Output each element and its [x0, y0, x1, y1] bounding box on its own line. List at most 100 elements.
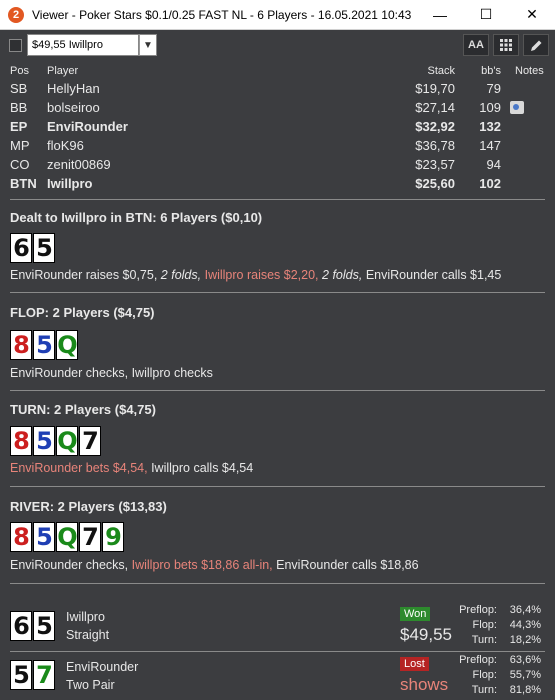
flop-actions: EnviRounder checks, Iwillpro checks	[10, 366, 213, 380]
turn-title: TURN: 2 Players ($4,75)	[10, 402, 156, 417]
player-bbs: 109	[479, 100, 501, 115]
player-row[interactable]: EP EnviRounder $32,92 132	[0, 118, 555, 137]
card: 6	[10, 611, 32, 641]
lost-badge: Lost	[400, 657, 429, 671]
card: 7	[33, 660, 55, 690]
player-row[interactable]: MP floK96 $36,78 147	[0, 137, 555, 156]
river-actions: EnviRounder checks, Iwillpro bets $18,86…	[10, 558, 419, 572]
action: Iwillpro calls $4,54	[151, 461, 254, 475]
equity-value: 36,4%	[509, 604, 541, 616]
card: 6	[10, 233, 32, 263]
board-cards: 8 5 Q 7 9	[10, 522, 124, 552]
action: EnviRounder bets $4,54,	[10, 461, 148, 475]
result-hand: Two Pair	[66, 678, 115, 692]
result-amount: $49,55	[400, 625, 452, 644]
action: 2 folds,	[322, 268, 363, 282]
card: 5	[33, 611, 55, 641]
card-style-button[interactable]: AA	[463, 34, 489, 56]
app-logo-icon: 2	[8, 6, 24, 23]
equity-value: 55,7%	[509, 669, 541, 681]
board-cards: 8 5 Q	[10, 330, 78, 360]
river-title: RIVER: 2 Players ($13,83)	[10, 499, 167, 514]
equity-label: Preflop:	[459, 604, 497, 616]
equity-value: 81,8%	[509, 684, 541, 696]
maximize-button[interactable]: ☐	[463, 0, 509, 30]
preflop-actions: EnviRounder raises $0,75, 2 folds, Iwill…	[10, 268, 501, 282]
action: 2 folds,	[160, 268, 202, 282]
action: EnviRounder calls $18,86	[276, 558, 419, 572]
player-bbs: 132	[479, 119, 501, 134]
card: 8	[10, 426, 32, 456]
action: Iwillpro bets $18,86 all-in,	[131, 558, 273, 572]
action: EnviRounder calls $1,45	[365, 268, 502, 282]
card: 8	[10, 522, 32, 552]
note-icon[interactable]	[510, 101, 524, 114]
header-bbs[interactable]: bb's	[481, 65, 501, 77]
header-player[interactable]: Player	[47, 65, 78, 77]
players-header: Pos Player Stack bb's Notes	[0, 62, 555, 81]
header-notes[interactable]: Notes	[515, 65, 544, 77]
card: 5	[33, 330, 55, 360]
action: EnviRounder raises $0,75,	[10, 268, 158, 282]
player-bbs: 147	[479, 138, 501, 153]
player-bbs: 94	[486, 157, 501, 172]
card: 5	[33, 426, 55, 456]
card: 7	[79, 522, 101, 552]
card: 8	[10, 330, 32, 360]
divider	[10, 486, 545, 487]
pencil-icon[interactable]	[523, 34, 549, 56]
player-name: floK96	[47, 138, 84, 153]
chevron-down-icon[interactable]: ▼	[139, 34, 157, 56]
player-stack: $32,92	[415, 119, 455, 134]
window-title: Viewer - Poker Stars $0.1/0.25 FAST NL -…	[32, 7, 412, 22]
player-row[interactable]: BTN Iwillpro $25,60 102	[0, 175, 555, 194]
card: 5	[33, 522, 55, 552]
result-player-name: Iwillpro	[66, 610, 105, 624]
player-bbs: 79	[486, 81, 501, 96]
header-pos[interactable]: Pos	[10, 65, 29, 77]
card: Q	[56, 522, 78, 552]
hand-select[interactable]: $49,55 Iwillpro	[27, 34, 139, 56]
equity-value: 44,3%	[509, 619, 541, 631]
player-name: Iwillpro	[47, 176, 93, 191]
equity-label: Flop:	[472, 619, 497, 631]
shown-cards: 6 5	[10, 611, 55, 641]
equity-label: Flop:	[472, 669, 497, 681]
player-name: bolseiroo	[47, 100, 100, 115]
action: EnviRounder checks,	[10, 558, 129, 572]
player-name: HellyHan	[47, 81, 100, 96]
player-stack: $19,70	[415, 81, 455, 96]
grid-icon[interactable]	[493, 34, 519, 56]
divider	[10, 390, 545, 391]
action: EnviRounder checks, Iwillpro checks	[10, 366, 213, 380]
select-checkbox[interactable]	[9, 38, 22, 52]
board-cards: 8 5 Q 7	[10, 426, 101, 456]
equity-value: 63,6%	[509, 654, 541, 666]
player-stack: $27,14	[415, 100, 455, 115]
player-row[interactable]: CO zenit00869 $23,57 94	[0, 156, 555, 175]
title-bar: 2 Viewer - Poker Stars $0.1/0.25 FAST NL…	[0, 0, 555, 30]
equity-label: Turn:	[471, 684, 497, 696]
players-table: Pos Player Stack bb's Notes SB HellyHan …	[0, 62, 555, 198]
player-stack: $36,78	[415, 138, 455, 153]
player-pos: SB	[10, 81, 28, 96]
equity-label: Preflop:	[459, 654, 497, 666]
player-pos: BTN	[10, 176, 37, 191]
equity-label: Turn:	[471, 634, 497, 646]
preflop-title: Dealt to Iwillpro in BTN: 6 Players ($0,…	[10, 210, 263, 225]
toolbar: $49,55 Iwillpro ▼ AA	[0, 30, 555, 60]
won-badge: Won	[400, 607, 431, 621]
player-pos: CO	[10, 157, 30, 172]
divider	[10, 583, 545, 584]
minimize-button[interactable]: —	[417, 0, 463, 30]
player-row[interactable]: BB bolseiroo $27,14 109	[0, 99, 555, 118]
player-stack: $25,60	[415, 176, 455, 191]
player-pos: EP	[10, 119, 28, 134]
player-name: EnviRounder	[47, 119, 128, 134]
shown-cards: 5 7	[10, 660, 55, 690]
card: 5	[33, 233, 55, 263]
player-row[interactable]: SB HellyHan $19,70 79	[0, 80, 555, 99]
close-button[interactable]: ✕	[509, 0, 555, 30]
header-stack[interactable]: Stack	[427, 65, 455, 77]
player-name: zenit00869	[47, 157, 111, 172]
